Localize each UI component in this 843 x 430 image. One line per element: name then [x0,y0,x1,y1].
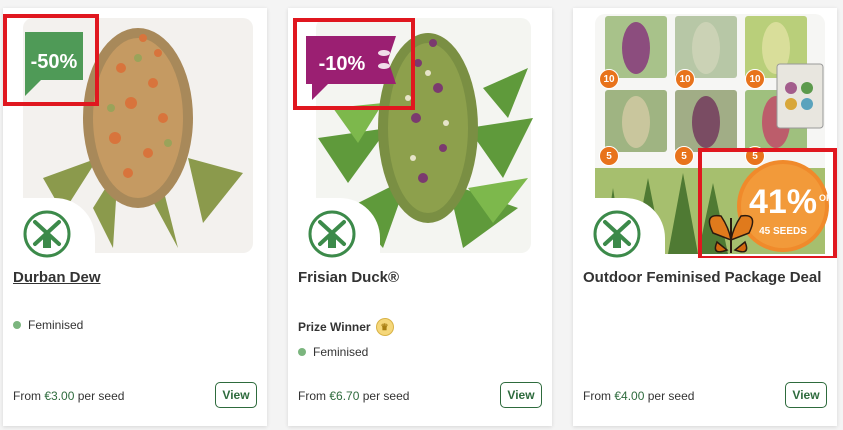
discount-highlight-box [698,148,837,258]
price-suffix: per seed [77,389,125,403]
crown-icon: ♛ [375,318,394,336]
feature-label: Feminised [28,318,84,332]
product-image-area[interactable]: -50% [3,8,267,258]
package-count-badge: 10 [599,69,619,89]
product-title[interactable]: Frisian Duck® [298,268,538,287]
view-button[interactable]: View [785,382,827,408]
package-box-image [776,63,824,129]
prize-winner-label: Prize Winner ♛ [298,318,394,336]
product-image-area[interactable]: -10% [288,8,552,258]
feature-dot-icon [298,348,306,356]
price-prefix: From [298,389,326,403]
price-text: From €4.00 per seed [583,389,694,403]
product-image-area[interactable]: 10 10 10 5 5 5 41% 45 SEEDS OFF [573,8,837,258]
feature-label: Feminised [313,345,369,359]
package-count-badge: 10 [745,69,765,89]
windmill-icon [593,210,641,258]
package-count-badge: 10 [675,69,695,89]
price-prefix: From [583,389,611,403]
price-text: From €3.00 per seed [13,389,124,403]
price-suffix: per seed [362,389,410,403]
windmill-icon [23,210,71,258]
discount-highlight-box [3,14,99,106]
price-amount: €3.00 [44,389,75,403]
price-prefix: From [13,389,41,403]
prize-text: Prize Winner [298,320,371,334]
discount-highlight-box [293,18,415,110]
product-card-outdoor-package[interactable]: 10 10 10 5 5 5 41% 45 SEEDS OFF Outdoor … [573,8,837,426]
price-amount: €4.00 [614,389,645,403]
price-amount: €6.70 [329,389,360,403]
product-title[interactable]: Durban Dew [13,268,253,287]
feature-dot-icon [13,321,21,329]
feature-item: Feminised [298,345,368,359]
price-suffix: per seed [647,389,695,403]
product-card-frisian-duck[interactable]: -10% Frisian Duck® Prize Winner ♛ Femini… [288,8,552,426]
package-count-badge: 5 [599,146,619,166]
view-button[interactable]: View [215,382,257,408]
product-card-durban-dew[interactable]: -50% Durban Dew Feminised From €3.00 per… [3,8,267,426]
product-title[interactable]: Outdoor Feminised Package Deal [583,268,823,287]
package-count-badge: 5 [674,146,694,166]
price-text: From €6.70 per seed [298,389,409,403]
view-button[interactable]: View [500,382,542,408]
windmill-icon [308,210,356,258]
feature-item: Feminised [13,318,83,332]
